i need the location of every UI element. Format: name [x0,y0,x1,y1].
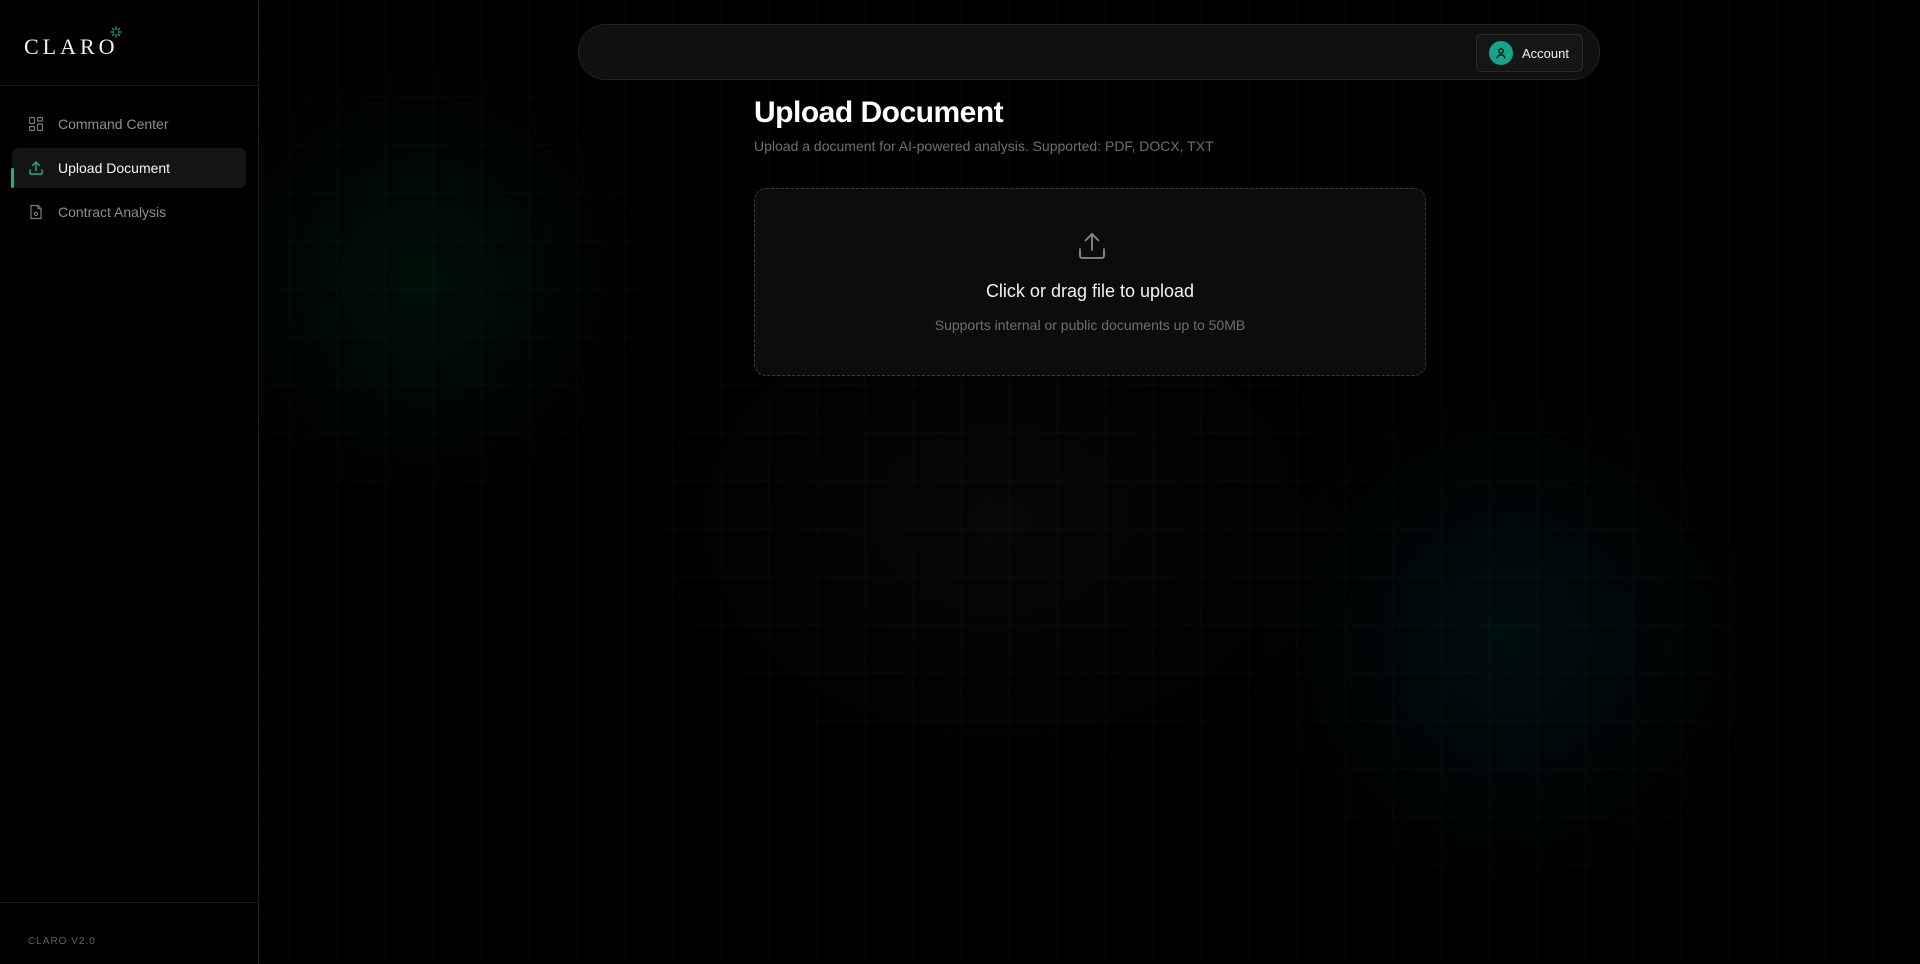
dropzone-subtitle: Supports internal or public documents up… [934,317,1246,333]
sidebar-footer: CLARO V2.0 [0,902,258,964]
grid-icon [28,116,44,132]
account-label: Account [1522,45,1569,61]
sidebar-nav: Command Center Upload Document Contract … [0,86,258,232]
page-title: Upload Document [754,96,1004,129]
sidebar: CLARO Command Center Upload Document Con… [0,0,259,964]
upload-icon [1079,233,1105,259]
logo-text: CLARO [24,34,119,59]
version-label: CLARO V2.0 [28,936,96,947]
user-icon [1496,48,1506,59]
upload-icon [28,160,44,176]
sidebar-item-label: Contract Analysis [58,204,167,220]
dropzone-title: Click or drag file to upload [985,281,1195,301]
logo-area: CLARO [0,0,258,86]
sidebar-item-contract-analysis[interactable]: Contract Analysis [12,192,246,232]
app-root: CLARO Command Center Upload Document Con… [0,0,1920,964]
sidebar-item-upload-document[interactable]: Upload Document [11,148,246,188]
page-subtitle: Upload a document for AI-powered analysi… [754,138,1214,154]
sparkle-icon [110,26,122,38]
upload-dropzone[interactable]: Click or drag file to upload Supports in… [754,188,1426,376]
avatar [1489,41,1514,65]
sidebar-item-label: Upload Document [58,160,171,176]
sidebar-item-command-center[interactable]: Command Center [12,104,246,144]
document-icon [28,204,44,220]
sidebar-item-label: Command Center [58,116,169,132]
top-bar: Account [578,24,1600,80]
account-button[interactable]: Account [1476,34,1583,72]
